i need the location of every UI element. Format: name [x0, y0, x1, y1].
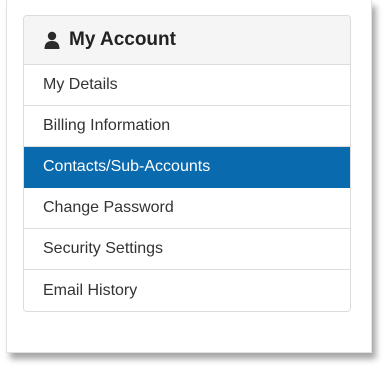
panel-header: My Account: [24, 16, 350, 65]
my-account-panel: My Account My Details Billing Informatio…: [23, 15, 351, 312]
menu-item-billing-information[interactable]: Billing Information: [24, 106, 350, 147]
menu-item-change-password[interactable]: Change Password: [24, 188, 350, 229]
user-icon: [44, 31, 60, 49]
menu-item-email-history[interactable]: Email History: [24, 270, 350, 311]
panel-title: My Account: [69, 29, 176, 50]
menu-item-contacts-sub-accounts[interactable]: Contacts/Sub-Accounts: [24, 147, 350, 188]
menu-item-security-settings[interactable]: Security Settings: [24, 229, 350, 270]
menu-item-my-details[interactable]: My Details: [24, 65, 350, 106]
account-menu: My Details Billing Information Contacts/…: [24, 65, 350, 311]
